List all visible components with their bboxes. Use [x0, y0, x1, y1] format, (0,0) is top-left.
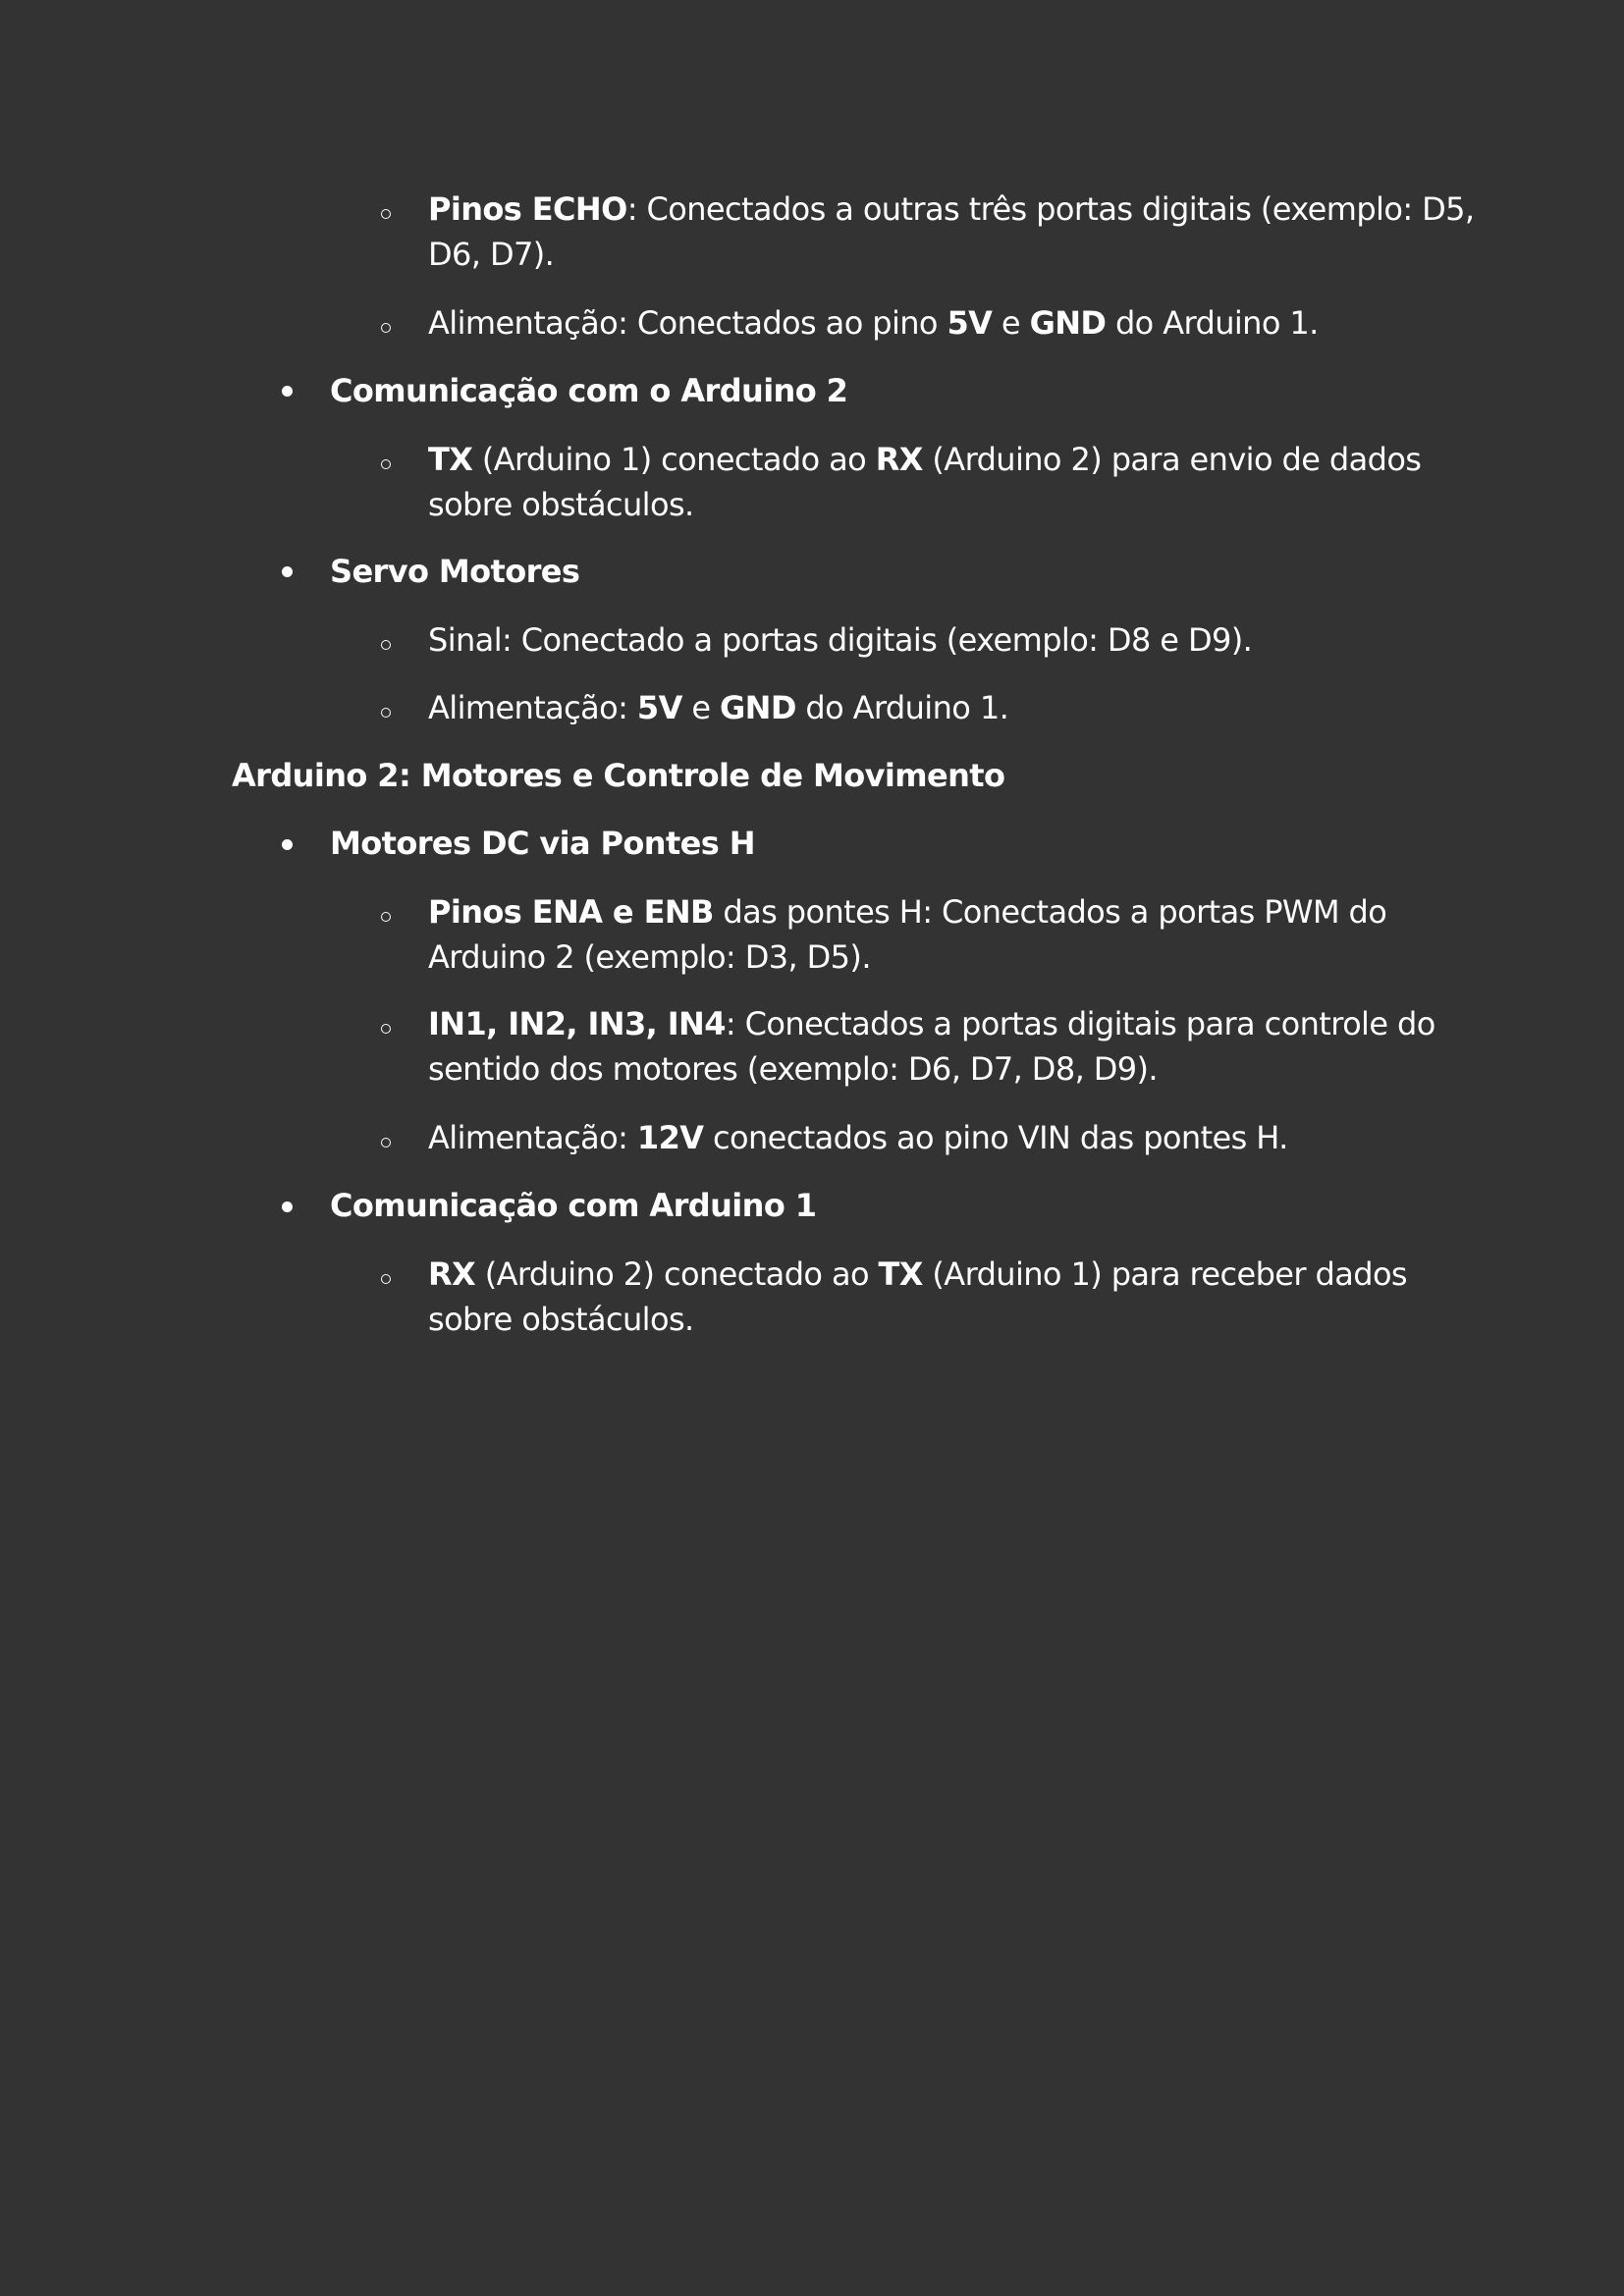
sub-bullet	[381, 1138, 391, 1148]
power-text: Alimentação: Conectados ao pino	[428, 304, 947, 342]
list-item-ena-enb-cont: Arduino 2 (exemplo: D3, D5).	[428, 934, 871, 980]
ena-label: Pinos ENA e ENB	[428, 893, 714, 931]
list-item-tx-rx-cont: sobre obstáculos.	[428, 482, 694, 527]
bullet	[282, 839, 293, 850]
servo-power-arduino: do Arduino 1.	[795, 689, 1009, 726]
list-item-rx-tx: RX (Arduino 2) conectado ao TX (Arduino …	[428, 1252, 1408, 1297]
tx-label-2: TX	[878, 1255, 924, 1293]
in-text-cont: sentido dos motores (exemplo: D6, D7, D8…	[428, 1050, 1159, 1088]
ena-text-cont: Arduino 2 (exemplo: D3, D5).	[428, 938, 871, 976]
echo-text: : Conectados a outras três portas digita…	[626, 190, 1475, 228]
servo-power-text: Alimentação:	[428, 689, 637, 726]
in-text: : Conectados a portas digitais para cont…	[725, 1005, 1435, 1042]
sub-bullet	[381, 912, 391, 922]
bullet	[282, 1201, 293, 1212]
list-item-tx-rx: TX (Arduino 1) conectado ao RX (Arduino …	[428, 437, 1422, 482]
list-item-rx-tx-cont: sobre obstáculos.	[428, 1297, 694, 1342]
list-item-dc-power: Alimentação: 12V conectados ao pino VIN …	[428, 1115, 1288, 1160]
tx-label: TX	[428, 441, 473, 478]
tx-text: (Arduino 1) conectado ao	[472, 441, 876, 478]
rx-label: RX	[875, 441, 924, 478]
rx-text-end: (Arduino 1) para receber dados	[922, 1255, 1407, 1293]
list-item-echo-cont: D6, D7).	[428, 232, 555, 277]
list-item-comm-arduino1: Comunicação com Arduino 1	[330, 1187, 817, 1224]
sub-bullet	[381, 323, 391, 333]
list-item-in-pins: IN1, IN2, IN3, IN4: Conectados a portas …	[428, 1001, 1435, 1046]
sub-bullet	[381, 1274, 391, 1284]
section-heading-arduino2: Arduino 2: Motores e Controle de Movimen…	[232, 757, 1005, 794]
bullet	[282, 386, 293, 397]
list-item-dc-motors: Motores DC via Pontes H	[330, 825, 756, 862]
rx-text-cont: sobre obstáculos.	[428, 1301, 694, 1338]
sub-bullet	[381, 209, 391, 219]
servo-power-and: e	[681, 689, 720, 726]
echo-label: Pinos ECHO	[428, 190, 627, 228]
document-page: Pinos ECHO: Conectados a outras três por…	[0, 0, 1624, 2296]
sub-bullet	[381, 459, 391, 469]
power-5v: 5V	[947, 304, 993, 342]
dc-power-rest: conectados ao pino VIN das pontes H.	[703, 1119, 1288, 1156]
sub-bullet	[381, 640, 391, 650]
list-item-echo: Pinos ECHO: Conectados a outras três por…	[428, 187, 1475, 232]
servo-power-5v: 5V	[636, 689, 682, 726]
tx-text-cont: sobre obstáculos.	[428, 486, 694, 523]
dc-power-12v: 12V	[636, 1119, 704, 1156]
list-item-servo: Servo Motores	[330, 553, 580, 590]
echo-text-cont: D6, D7).	[428, 236, 555, 273]
list-item-comm-arduino2: Comunicação com o Arduino 2	[330, 372, 848, 409]
power-gnd: GND	[1029, 304, 1107, 342]
sub-bullet	[381, 708, 391, 718]
dc-power-text: Alimentação:	[428, 1119, 637, 1156]
list-item-servo-power: Alimentação: 5V e GND do Arduino 1.	[428, 685, 1009, 730]
servo-power-gnd: GND	[719, 689, 796, 726]
rx-text: (Arduino 2) conectado ao	[475, 1255, 879, 1293]
list-item-power-sensors: Alimentação: Conectados ao pino 5V e GND…	[428, 300, 1319, 346]
bullet	[282, 566, 293, 577]
power-and: e	[992, 304, 1030, 342]
tx-text-end: (Arduino 2) para envio de dados	[922, 441, 1422, 478]
in-label: IN1, IN2, IN3, IN4	[428, 1005, 727, 1042]
list-item-servo-signal: Sinal: Conectado a portas digitais (exem…	[428, 621, 1253, 659]
power-arduino: do Arduino 1.	[1106, 304, 1319, 342]
ena-text: das pontes H: Conectados a portas PWM do	[713, 893, 1387, 931]
sub-bullet	[381, 1024, 391, 1034]
list-item-in-pins-cont: sentido dos motores (exemplo: D6, D7, D8…	[428, 1046, 1159, 1092]
list-item-ena-enb: Pinos ENA e ENB das pontes H: Conectados…	[428, 889, 1387, 934]
rx-label-2: RX	[428, 1255, 476, 1293]
